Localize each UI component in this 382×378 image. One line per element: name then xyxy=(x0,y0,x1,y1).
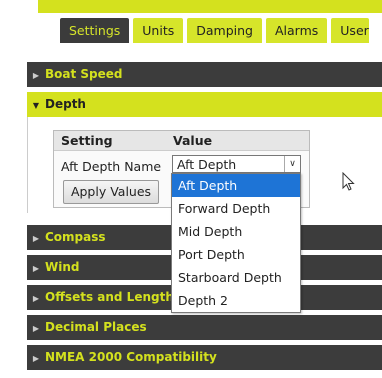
dropdown-option[interactable]: Aft Depth xyxy=(172,174,300,197)
chevron-right-icon: ▶ xyxy=(32,234,40,243)
section-label: NMEA 2000 Compatibility xyxy=(45,350,217,364)
depth-name-dropdown: Aft Depth Forward Depth Mid Depth Port D… xyxy=(171,173,301,313)
dropdown-option[interactable]: Forward Depth xyxy=(172,197,300,220)
aft-depth-name-select[interactable]: Aft Depth ∨ xyxy=(172,155,301,173)
section-label: Boat Speed xyxy=(45,67,123,81)
dropdown-option[interactable]: Starboard Depth xyxy=(172,266,300,289)
tab-damping[interactable]: Damping xyxy=(187,18,262,43)
select-value: Aft Depth xyxy=(177,157,237,172)
column-header-setting: Setting xyxy=(61,133,113,148)
section-label: Depth xyxy=(45,97,86,111)
chevron-down-icon: ▼ xyxy=(32,101,40,110)
dropdown-option[interactable]: Mid Depth xyxy=(172,220,300,243)
dropdown-option[interactable]: Port Depth xyxy=(172,243,300,266)
column-header-value: Value xyxy=(173,133,213,148)
aft-depth-name-label: Aft Depth Name xyxy=(61,159,162,174)
top-accent-bar xyxy=(38,0,382,13)
tab-units[interactable]: Units xyxy=(133,18,184,43)
section-label: Wind xyxy=(45,260,80,274)
section-label: Compass xyxy=(45,230,106,244)
mouse-cursor-icon xyxy=(342,172,355,191)
dropdown-option[interactable]: Depth 2 xyxy=(172,289,300,312)
chevron-right-icon: ▶ xyxy=(32,354,40,363)
table-header: Setting Value xyxy=(54,131,309,151)
chevron-down-icon[interactable]: ∨ xyxy=(284,156,300,172)
tab-bar: Settings Units Damping Alarms User xyxy=(60,18,369,43)
chevron-right-icon: ▶ xyxy=(32,324,40,333)
tab-alarms[interactable]: Alarms xyxy=(265,18,328,43)
apply-values-button[interactable]: Apply Values xyxy=(63,180,159,204)
section-nmea-2000[interactable]: ▶ NMEA 2000 Compatibility xyxy=(27,345,382,370)
section-decimal-places[interactable]: ▶ Decimal Places xyxy=(27,315,382,340)
section-label: Offsets and Length xyxy=(45,290,174,304)
section-depth[interactable]: ▼ Depth xyxy=(27,92,382,117)
tab-settings[interactable]: Settings xyxy=(60,18,130,43)
tab-user[interactable]: User xyxy=(331,18,369,43)
chevron-right-icon: ▶ xyxy=(32,264,40,273)
section-label: Decimal Places xyxy=(45,320,147,334)
chevron-right-icon: ▶ xyxy=(32,71,40,80)
chevron-right-icon: ▶ xyxy=(32,294,40,303)
section-boat-speed[interactable]: ▶ Boat Speed xyxy=(27,62,382,87)
